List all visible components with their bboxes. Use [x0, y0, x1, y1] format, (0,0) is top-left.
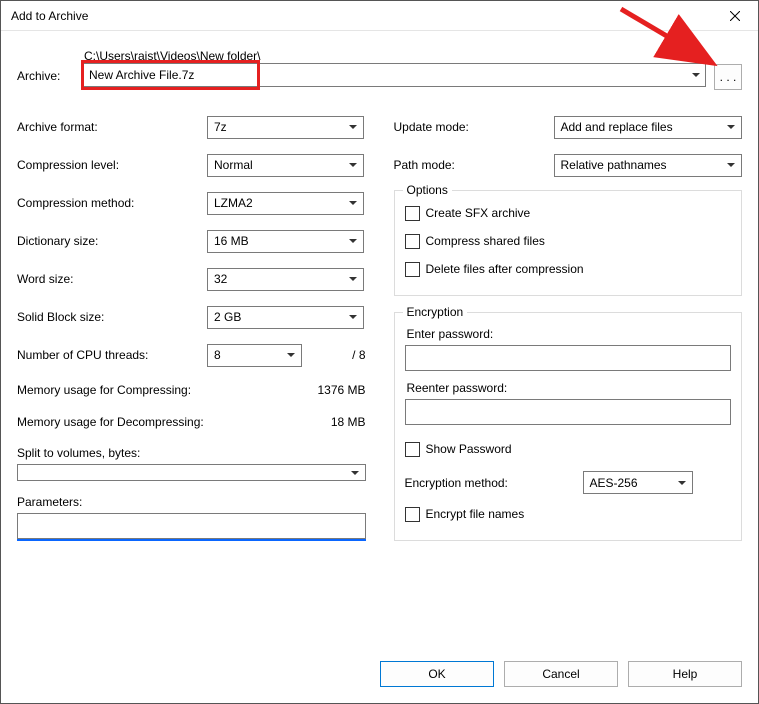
options-legend: Options: [403, 183, 452, 197]
encrypt-filenames-label: Encrypt file names: [426, 507, 525, 521]
compression-level-label: Compression level:: [17, 158, 207, 172]
encryption-method-label: Encryption method:: [405, 476, 583, 490]
enter-password-input[interactable]: [405, 345, 732, 371]
path-mode-value: Relative pathnames: [561, 158, 667, 172]
ellipsis-icon: . . .: [720, 70, 737, 84]
path-mode-select[interactable]: Relative pathnames: [554, 154, 743, 177]
word-size-select[interactable]: 32: [207, 268, 364, 291]
memory-compress-label: Memory usage for Compressing:: [17, 383, 191, 397]
create-sfx-label: Create SFX archive: [426, 206, 531, 220]
encrypt-filenames-checkbox[interactable]: [405, 507, 420, 522]
delete-after-label: Delete files after compression: [426, 262, 584, 276]
encryption-legend: Encryption: [403, 305, 468, 319]
split-volumes-label: Split to volumes, bytes:: [17, 446, 366, 460]
chevron-down-icon: [351, 471, 359, 475]
browse-button[interactable]: . . .: [714, 64, 742, 90]
compression-level-value: Normal: [214, 158, 253, 172]
word-size-value: 32: [214, 272, 227, 286]
ok-button[interactable]: OK: [380, 661, 494, 687]
cancel-label: Cancel: [542, 667, 579, 681]
chevron-down-icon: [287, 353, 295, 357]
solid-block-size-select[interactable]: 2 GB: [207, 306, 364, 329]
update-mode-value: Add and replace files: [561, 120, 673, 134]
show-password-checkbox[interactable]: [405, 442, 420, 457]
compression-level-select[interactable]: Normal: [207, 154, 364, 177]
parameters-label: Parameters:: [17, 495, 366, 509]
parameters-input[interactable]: [17, 513, 366, 539]
archive-format-value: 7z: [214, 120, 227, 134]
compression-method-value: LZMA2: [214, 196, 253, 210]
delete-after-checkbox[interactable]: [405, 262, 420, 277]
compress-shared-label: Compress shared files: [426, 234, 545, 248]
reenter-password-input[interactable]: [405, 399, 732, 425]
create-sfx-checkbox[interactable]: [405, 206, 420, 221]
chevron-down-icon: [727, 163, 735, 167]
compression-method-label: Compression method:: [17, 196, 207, 210]
path-mode-label: Path mode:: [394, 158, 554, 172]
reenter-password-label: Reenter password:: [407, 381, 732, 395]
enter-password-label: Enter password:: [407, 327, 732, 341]
chevron-down-icon: [349, 201, 357, 205]
help-button[interactable]: Help: [628, 661, 742, 687]
memory-decompress-value: 18 MB: [331, 415, 366, 429]
show-password-label: Show Password: [426, 442, 512, 456]
update-mode-select[interactable]: Add and replace files: [554, 116, 743, 139]
chevron-down-icon: [349, 125, 357, 129]
ok-label: OK: [428, 667, 445, 681]
archive-path: C:\Users\raist\Videos\New folder\: [82, 49, 706, 63]
dictionary-size-label: Dictionary size:: [17, 234, 207, 248]
cpu-threads-total: / 8: [344, 348, 365, 362]
archive-filename-input[interactable]: [82, 63, 706, 87]
cpu-threads-value: 8: [214, 348, 221, 362]
archive-label: Archive:: [17, 49, 82, 83]
word-size-label: Word size:: [17, 272, 207, 286]
split-volumes-select[interactable]: [17, 464, 366, 481]
archive-format-select[interactable]: 7z: [207, 116, 364, 139]
compress-shared-checkbox[interactable]: [405, 234, 420, 249]
encryption-method-value: AES-256: [590, 476, 638, 490]
chevron-down-icon: [349, 163, 357, 167]
encryption-group: Encryption Enter password: Reenter passw…: [394, 312, 743, 541]
close-button[interactable]: [712, 1, 758, 31]
cpu-threads-select[interactable]: 8: [207, 344, 302, 367]
options-group: Options Create SFX archive Compress shar…: [394, 190, 743, 296]
solid-block-size-label: Solid Block size:: [17, 310, 207, 324]
help-label: Help: [673, 667, 698, 681]
cancel-button[interactable]: Cancel: [504, 661, 618, 687]
chevron-down-icon: [349, 315, 357, 319]
window-title: Add to Archive: [11, 9, 88, 23]
encryption-method-select[interactable]: AES-256: [583, 471, 693, 494]
solid-block-size-value: 2 GB: [214, 310, 241, 324]
close-icon: [730, 11, 740, 21]
cpu-threads-label: Number of CPU threads:: [17, 348, 207, 362]
archive-format-label: Archive format:: [17, 120, 207, 134]
chevron-down-icon: [727, 125, 735, 129]
chevron-down-icon: [349, 239, 357, 243]
chevron-down-icon: [678, 481, 686, 485]
dictionary-size-value: 16 MB: [214, 234, 249, 248]
update-mode-label: Update mode:: [394, 120, 554, 134]
chevron-down-icon: [349, 277, 357, 281]
memory-compress-value: 1376 MB: [317, 383, 365, 397]
compression-method-select[interactable]: LZMA2: [207, 192, 364, 215]
dictionary-size-select[interactable]: 16 MB: [207, 230, 364, 253]
memory-decompress-label: Memory usage for Decompressing:: [17, 415, 204, 429]
